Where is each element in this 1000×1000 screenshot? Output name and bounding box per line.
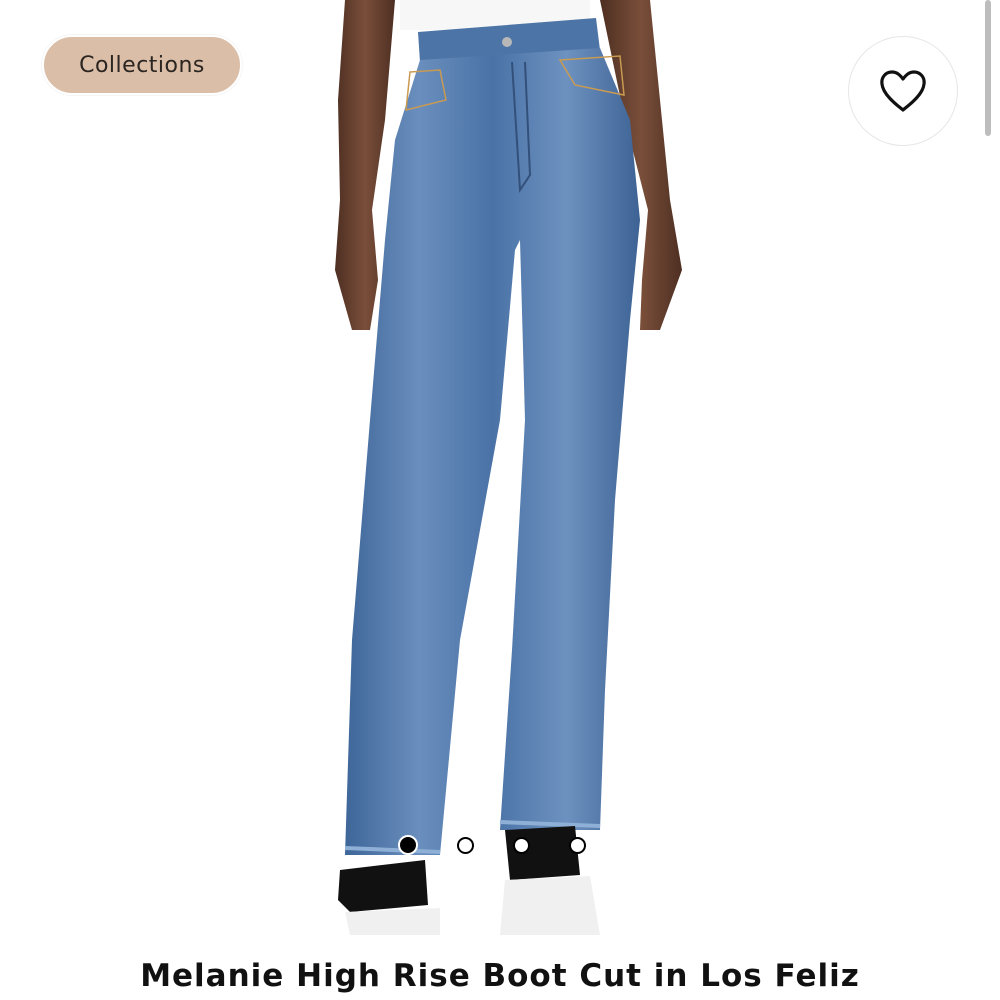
favorite-button[interactable] [848,36,958,146]
scrollbar-thumb[interactable] [985,0,991,136]
carousel-dot[interactable] [398,835,418,855]
collections-button[interactable]: Collections [42,35,242,95]
carousel-dot[interactable] [457,836,474,854]
product-detail-screen: Collections Melanie High Rise Boot Cut i… [0,0,1000,1000]
collections-label: Collections [79,52,205,78]
image-carousel-dots [398,834,586,856]
carousel-dot[interactable] [569,836,586,854]
product-image[interactable] [0,0,1000,950]
product-title: Melanie High Rise Boot Cut in Los Feliz [140,958,860,994]
heart-icon [880,70,926,112]
carousel-dot[interactable] [513,836,530,854]
jeans-photo [335,0,682,935]
